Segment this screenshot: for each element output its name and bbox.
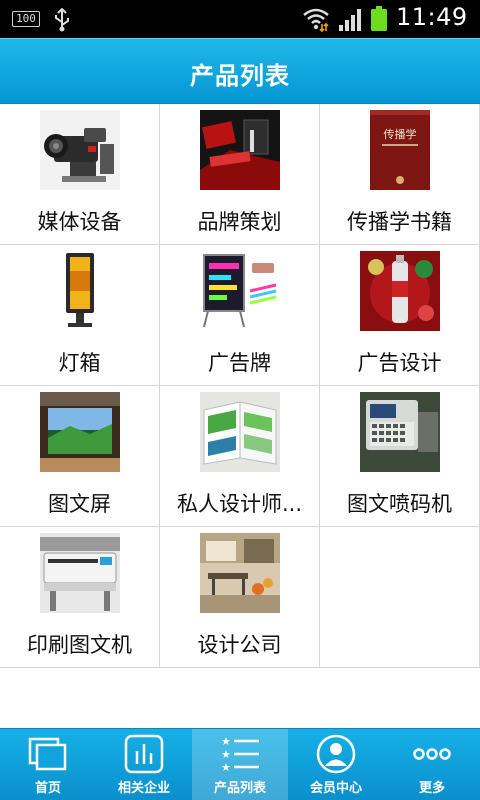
product-item-private-designer[interactable]: 私人设计师... [160, 386, 320, 527]
svg-text:★: ★ [221, 735, 231, 748]
product-item-graphic-screen[interactable]: 图文屏 [0, 386, 160, 527]
product-item-media-equipment[interactable]: 媒体设备 [0, 104, 160, 245]
product-item-lightbox[interactable]: 灯箱 [0, 245, 160, 386]
home-icon [28, 737, 67, 771]
tab-member-center[interactable]: 会员中心 [288, 729, 384, 800]
svg-text:★: ★ [221, 748, 231, 761]
product-label: 媒体设备 [37, 210, 122, 234]
list-icon: ★ ★ ★ [221, 735, 259, 774]
book-cover-title: 传播学 [384, 127, 417, 141]
tab-product-list[interactable]: ★ ★ ★ 产品列表 [192, 729, 288, 800]
usb-icon [55, 8, 69, 32]
product-item-ad-design[interactable]: 广告设计 [320, 245, 480, 386]
battery-level-indicator: 100 [12, 11, 40, 27]
screen-thumbnail [40, 392, 120, 472]
header-bar: 产品列表 [0, 38, 480, 104]
svg-text:★: ★ [221, 761, 231, 774]
status-bar: 100 11:49 [0, 0, 480, 38]
product-label: 私人设计师... [176, 492, 303, 516]
tab-more[interactable]: 更多 [384, 729, 480, 800]
product-label: 广告牌 [208, 351, 271, 375]
product-item-design-company[interactable]: 设计公司 [160, 527, 320, 668]
printer-thumbnail [40, 533, 120, 613]
camera-thumbnail [40, 110, 120, 190]
office-thumbnail [200, 533, 280, 613]
product-item-inkjet-coder[interactable]: 图文喷码机 [320, 386, 480, 527]
tab-home[interactable]: 首页 [0, 729, 96, 800]
tab-label: 更多 [418, 781, 445, 796]
product-item-billboard[interactable]: 广告牌 [160, 245, 320, 386]
chart-icon [124, 734, 164, 774]
bottom-tab-bar: 首页 相关企业 ★ ★ ★ 产品列表 会员中心 更多 [0, 728, 480, 800]
tab-related-companies[interactable]: 相关企业 [96, 729, 192, 800]
book-thumbnail: 传播学 [360, 110, 440, 190]
brochure-thumbnail [200, 392, 280, 472]
page-title: 产品列表 [190, 62, 290, 90]
signal-icon [339, 9, 361, 31]
billboard-thumbnail [200, 251, 280, 331]
brand-thumbnail [200, 110, 280, 190]
lightbox-thumbnail [40, 251, 120, 331]
tab-label: 首页 [34, 781, 61, 796]
clock: 11:49 [396, 3, 468, 31]
product-label: 设计公司 [197, 633, 282, 657]
product-item-printing-machine[interactable]: 印刷图文机 [0, 527, 160, 668]
product-label: 传播学书籍 [347, 210, 452, 234]
tab-label: 会员中心 [309, 781, 362, 796]
product-label: 图文喷码机 [347, 492, 452, 516]
product-label: 品牌策划 [197, 210, 282, 234]
battery-icon [371, 6, 387, 31]
wifi-icon [303, 8, 329, 32]
product-item-brand-planning[interactable]: 品牌策划 [160, 104, 320, 245]
more-icon [413, 748, 451, 760]
tab-label: 相关企业 [117, 781, 170, 796]
user-icon [316, 734, 356, 774]
product-item-communication-books[interactable]: 传播学 传播学书籍 [320, 104, 480, 245]
inkjet-thumbnail [360, 392, 440, 472]
product-label: 广告设计 [357, 351, 442, 375]
product-label: 图文屏 [48, 492, 111, 516]
product-label: 灯箱 [58, 351, 101, 375]
ad-design-thumbnail [360, 251, 440, 331]
tab-label: 产品列表 [213, 781, 266, 796]
product-label: 印刷图文机 [27, 633, 132, 657]
empty-grid-cell [320, 527, 480, 668]
